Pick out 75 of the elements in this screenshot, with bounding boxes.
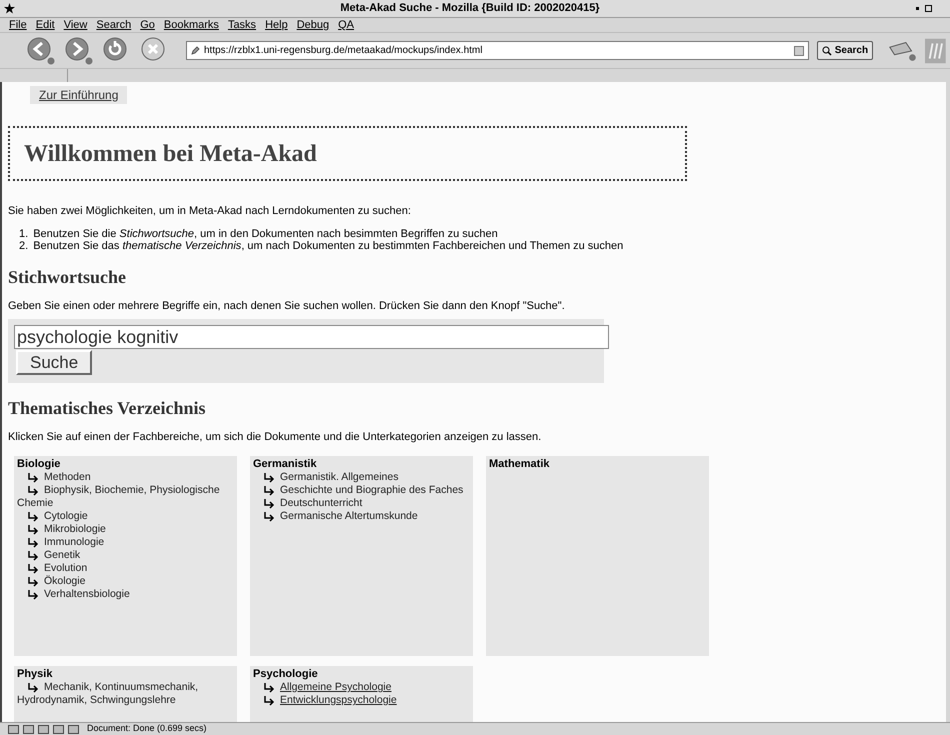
subcategory-link[interactable]: Mikrobiologie	[17, 523, 234, 536]
forward-icon[interactable]	[64, 36, 94, 66]
component-icon[interactable]	[68, 724, 79, 734]
page-icon	[191, 46, 200, 55]
return-arrow-icon	[27, 512, 40, 522]
menu-item[interactable]: Search	[96, 16, 132, 34]
menu-item[interactable]: Go	[140, 16, 155, 34]
return-arrow-icon	[27, 683, 40, 693]
category-title[interactable]: Physik	[17, 668, 234, 681]
menu-item[interactable]: Help	[265, 16, 288, 34]
window-title: Meta-Akad Suche - Mozilla {Build ID: 2002020415}	[339, 1, 601, 16]
search-button[interactable]: Search	[816, 41, 874, 60]
category-title[interactable]: Biologie	[17, 458, 234, 471]
section-hint: Geben Sie einen oder mehrere Begriffe ein, nach denen Sie suchen wollen. Drücken Sie dann den Knopf "Suche".	[8, 300, 566, 312]
subcategory-link[interactable]: Cytologie	[17, 510, 234, 523]
subcategory-link[interactable]: Methoden	[17, 471, 234, 484]
return-arrow-icon	[27, 538, 40, 548]
return-arrow-icon	[27, 486, 40, 496]
category-title[interactable]: Mathematik	[489, 458, 706, 471]
subcategory-link[interactable]: Germanische Altertumskunde	[253, 510, 470, 523]
menu-item[interactable]: View	[64, 16, 88, 34]
dropdown-icon[interactable]	[794, 46, 804, 56]
search-icon	[822, 46, 832, 56]
return-arrow-icon	[27, 473, 40, 483]
subcategory-link[interactable]: Germanistik. Allgemeines	[253, 471, 470, 484]
list-item-text: Benutzen Sie das thematische Verzeichnis, um nach Dokumenten zu bestimmten Fachbereichen und Themen zu suchen	[33, 240, 624, 252]
section-heading: Thematisches Verzeichnis	[8, 397, 206, 419]
url-text: https://rzblx1.uni-regensburg.de/metaakad/mockups/index.html	[204, 44, 484, 58]
list-number: 2.	[19, 240, 28, 252]
return-arrow-icon	[263, 486, 276, 496]
menu-item[interactable]: File	[9, 16, 27, 34]
section-hint: Klicken Sie auf einen der Fachbereiche, um sich die Dokumente und die Unterkategorien anzeigen zu lassen.	[8, 431, 542, 443]
menu-item[interactable]: Debug	[296, 16, 330, 34]
subcategory-link[interactable]: Immunologie	[17, 536, 234, 549]
return-arrow-icon	[263, 512, 276, 522]
menu-item[interactable]: Edit	[36, 16, 55, 34]
subcategory-link[interactable]: Ökologie	[17, 575, 234, 588]
list-item-text: Benutzen Sie die Stichwortsuche, um in den Dokumenten nach besimmten Begriffen zu suchen	[33, 228, 498, 240]
return-arrow-icon	[263, 696, 276, 706]
category-title[interactable]: Psychologie	[253, 668, 470, 681]
category-title[interactable]: Germanistik	[253, 458, 470, 471]
keyword-input-field[interactable]: psychologie kognitiv	[14, 325, 609, 349]
subcategory-link[interactable]: Evolution	[17, 562, 234, 575]
return-arrow-icon	[27, 551, 40, 561]
subcategory-link[interactable]: Deutschunterricht	[253, 497, 470, 510]
return-arrow-icon	[263, 499, 276, 509]
status-text: Document: Done (0.699 secs)	[87, 722, 207, 735]
menu-item[interactable]: Tasks	[228, 16, 256, 34]
component-icon[interactable]	[53, 724, 64, 734]
subcategory-link[interactable]: Entwicklungspsychologie	[253, 694, 470, 707]
component-icon[interactable]	[38, 724, 49, 734]
subcategory-link[interactable]: Geschichte und Biographie des Faches	[253, 484, 470, 497]
return-arrow-icon	[263, 473, 276, 483]
return-arrow-icon	[27, 590, 40, 600]
subcategory-link[interactable]: Verhaltensbiologie	[17, 588, 234, 601]
search-submit-button[interactable]: Suche	[16, 350, 92, 375]
subcategory-link[interactable]: Genetik	[17, 549, 234, 562]
return-arrow-icon	[263, 683, 276, 693]
component-icon[interactable]	[23, 724, 34, 734]
star-icon[interactable]	[4, 3, 15, 14]
back-icon[interactable]	[26, 36, 56, 66]
return-arrow-icon	[27, 525, 40, 535]
list-number: 1.	[19, 228, 28, 240]
url-field[interactable]: https://rzblx1.uni-regensburg.de/metaakad/mockups/index.html	[186, 41, 809, 60]
return-arrow-icon	[27, 564, 40, 574]
subcategory-link[interactable]: Mechanik, Kontinuumsmechanik, Hydrodynamik, Schwingungslehre	[17, 681, 234, 707]
intro-link[interactable]: Zur Einführung	[30, 86, 128, 104]
return-arrow-icon	[27, 577, 40, 587]
section-heading: Stichwortsuche	[8, 266, 127, 288]
intro-text: Sie haben zwei Möglichkeiten, um in Meta-Akad nach Lerndokumenten zu suchen:	[8, 205, 412, 217]
subcategory-link[interactable]: Biophysik, Biochemie, Physiologische Chemie	[17, 484, 234, 510]
component-icon[interactable]	[8, 724, 19, 734]
subcategory-link[interactable]: Allgemeine Psychologie	[253, 681, 470, 694]
menu-item[interactable]: QA	[338, 16, 354, 34]
menu-item[interactable]: Bookmarks	[164, 16, 219, 34]
